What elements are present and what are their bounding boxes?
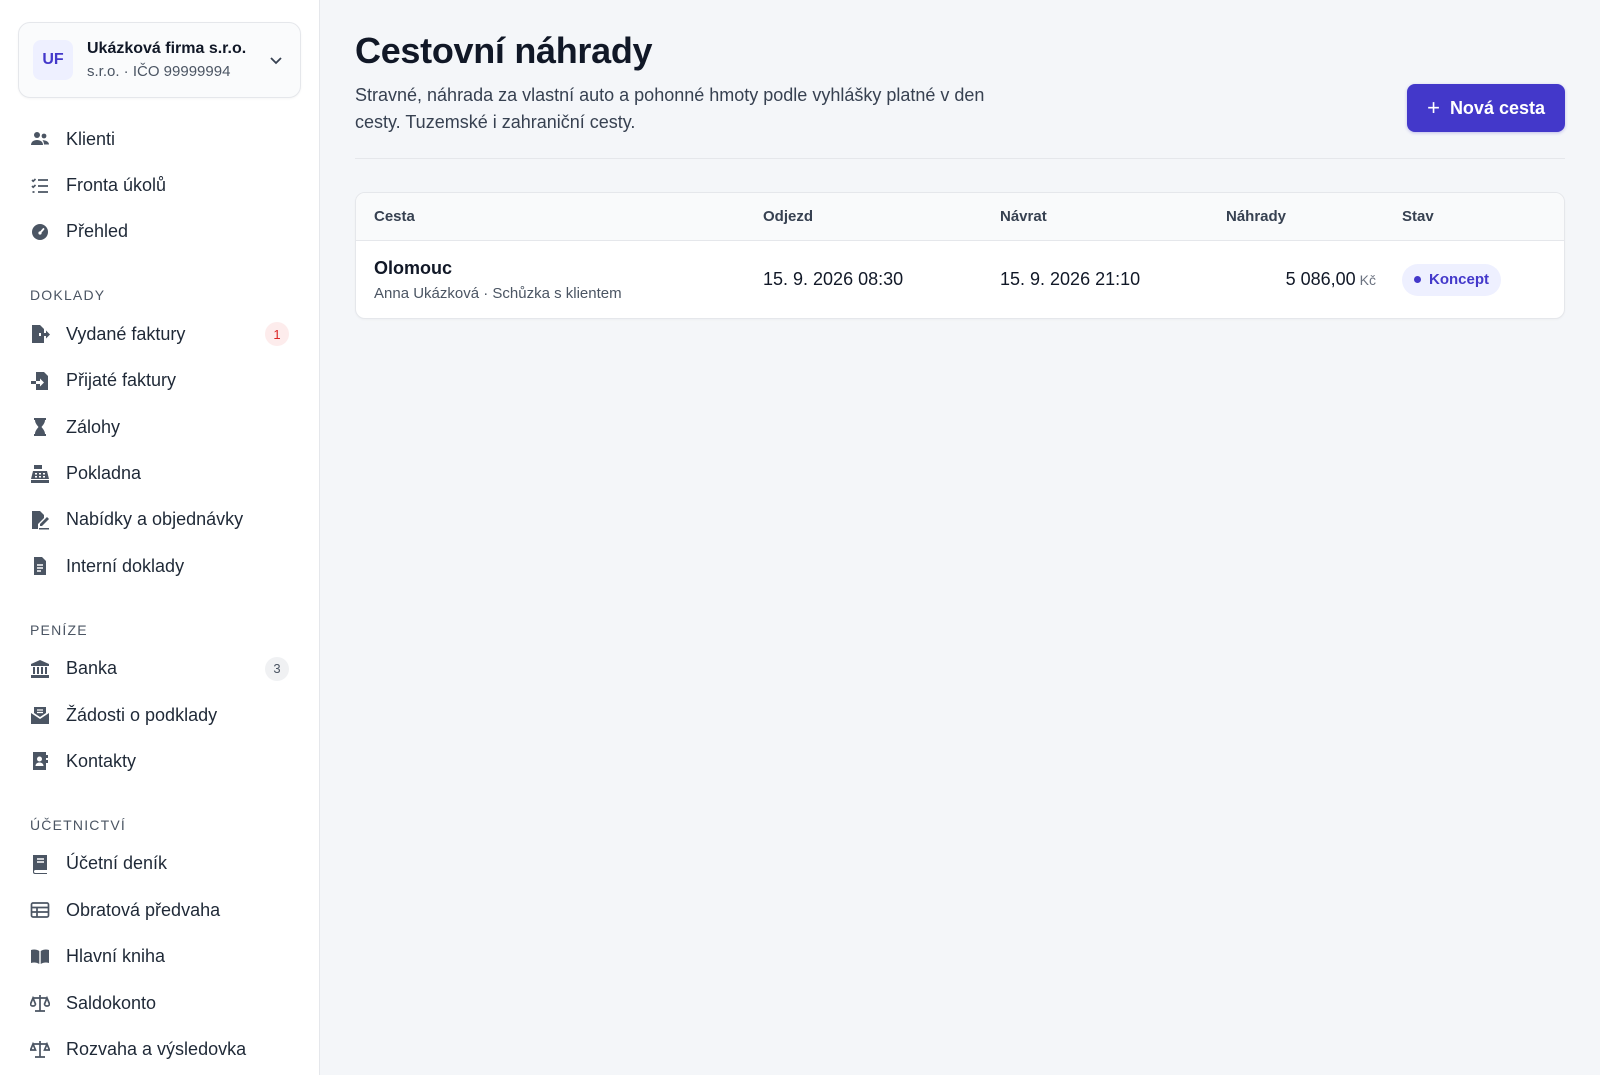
sidebar-item-label: Přijaté faktury	[66, 370, 177, 391]
status-dot-icon	[1414, 276, 1421, 283]
amount-value: 5 086,00	[1285, 269, 1356, 289]
count-badge: 1	[265, 322, 289, 347]
sidebar-item-obratova-predvaha[interactable]: Obratová předvaha	[18, 887, 301, 933]
sidebar-item-label: Obratová předvaha	[66, 899, 221, 920]
file-signature-icon	[32, 510, 49, 530]
column-header-odjezd[interactable]: Odjezd	[763, 208, 1000, 225]
new-trip-button[interactable]: + Nová cesta	[1407, 84, 1565, 132]
scale-icon	[30, 995, 50, 1012]
hourglass-icon	[34, 418, 46, 437]
table-icon	[30, 902, 50, 919]
trip-meta: Anna Ukázková · Schůzka s klientem	[374, 284, 622, 302]
sidebar-item-label: Interní doklady	[66, 555, 185, 576]
sidebar-item-rozvaha[interactable]: Rozvaha a výsledovka	[18, 1026, 301, 1072]
column-header-stav[interactable]: Stav	[1376, 208, 1526, 225]
company-name: Ukázková firma s.r.o.	[87, 40, 247, 57]
task-list-icon	[31, 177, 48, 193]
sidebar-item-banka[interactable]: Banka 3	[18, 646, 301, 692]
sidebar-item-label: Nabídky a objednávky	[66, 509, 244, 530]
sidebar-item-zalohy[interactable]: Zálohy	[18, 404, 301, 450]
table-header: Cesta Odjezd Návrat Náhrady Stav	[356, 193, 1564, 241]
status-label: Koncept	[1429, 271, 1489, 288]
amount-cell: 5 086,00 Kč	[1226, 269, 1376, 290]
sidebar-item-fronta-ukolu[interactable]: Fronta úkolů	[18, 162, 301, 208]
sidebar-item-label: Žádosti o podklady	[66, 704, 218, 725]
sidebar-item-label: Fronta úkolů	[66, 175, 167, 196]
sidebar-item-interni-doklady[interactable]: Interní doklady	[18, 543, 301, 589]
sidebar-item-prehled[interactable]: Přehled	[18, 209, 301, 255]
sidebar-item-label: Kontakty	[66, 750, 137, 771]
column-header-cesta[interactable]: Cesta	[374, 208, 763, 225]
page-header: Cestovní náhrady Stravné, náhrada za vla…	[355, 30, 1565, 159]
sidebar-item-zadosti[interactable]: Žádosti o podklady	[18, 692, 301, 738]
column-header-navrat[interactable]: Návrat	[1000, 208, 1226, 225]
nav-section-ucetnictvi: ÚČETNICTVÍ	[30, 816, 126, 833]
company-avatar: UF	[33, 40, 73, 80]
sidebar-item-ucetni-denik[interactable]: Účetní deník	[18, 841, 301, 887]
company-info: Ukázková firma s.r.o. s.r.o. · IČO 99999…	[87, 40, 266, 80]
column-header-nahrady[interactable]: Náhrady	[1226, 208, 1376, 225]
sidebar-item-pokladna[interactable]: Pokladna	[18, 450, 301, 496]
table-row[interactable]: Olomouc Anna Ukázková · Schůzka s klient…	[356, 241, 1564, 318]
sidebar-item-label: Pokladna	[66, 463, 142, 484]
invoice-in-icon	[31, 371, 48, 390]
nav-section-penize: PENÍZE	[30, 621, 88, 638]
trips-table: Cesta Odjezd Návrat Náhrady Stav Olomouc…	[355, 192, 1565, 319]
sidebar-item-label: Přehled	[66, 221, 129, 242]
document-icon	[34, 557, 46, 576]
main-content: Cestovní náhrady Stravné, náhrada za vla…	[320, 0, 1600, 1075]
bank-icon	[31, 659, 49, 678]
sidebar-item-nabidky[interactable]: Nabídky a objednávky	[18, 497, 301, 543]
sidebar-nav: Klienti Fronta úkolů Přehled DOKLADY Vyd…	[18, 116, 301, 1073]
return-cell: 15. 9. 2026 21:10	[1000, 269, 1141, 289]
count-badge: 3	[265, 656, 289, 681]
sidebar-item-label: Hlavní kniha	[66, 946, 166, 967]
company-subtitle: s.r.o. · IČO 99999994	[87, 63, 231, 80]
sidebar-item-label: Saldokonto	[66, 992, 157, 1013]
page-heading: Cestovní náhrady Stravné, náhrada za vla…	[355, 30, 1035, 136]
gauge-icon	[32, 223, 48, 240]
sidebar: UF Ukázková firma s.r.o. s.r.o. · IČO 99…	[0, 0, 320, 1075]
page-title: Cestovní náhrady	[355, 30, 653, 71]
address-book-icon	[33, 752, 48, 771]
users-icon	[31, 132, 49, 146]
sidebar-item-label: Klienti	[66, 128, 116, 149]
sidebar-item-saldokonto[interactable]: Saldokonto	[18, 980, 301, 1026]
scale-balanced-icon	[30, 1041, 50, 1059]
sidebar-item-hlavni-kniha[interactable]: Hlavní kniha	[18, 933, 301, 979]
page-subtitle: Stravné, náhrada za vlastní auto a pohon…	[355, 85, 985, 132]
departure-cell: 15. 9. 2026 08:30	[763, 269, 904, 289]
chevron-down-icon	[270, 57, 282, 65]
sidebar-item-klienti[interactable]: Klienti	[18, 116, 301, 162]
new-trip-button-label: Nová cesta	[1449, 97, 1545, 118]
sidebar-item-label: Účetní deník	[66, 853, 168, 874]
sidebar-item-label: Rozvaha a výsledovka	[66, 1038, 247, 1059]
sidebar-item-kontakty[interactable]: Kontakty	[18, 738, 301, 784]
book-open-icon	[31, 949, 49, 964]
sidebar-item-vydane-faktury[interactable]: Vydané faktury 1	[18, 311, 301, 357]
company-switcher[interactable]: UF Ukázková firma s.r.o. s.r.o. · IČO 99…	[18, 22, 301, 98]
sidebar-item-label: Zálohy	[66, 416, 121, 437]
trip-cell: Olomouc Anna Ukázková · Schůzka s klient…	[374, 258, 763, 302]
book-icon	[33, 854, 47, 874]
sidebar-item-label: Vydané faktury	[66, 323, 186, 344]
invoice-out-icon	[32, 325, 50, 344]
nav-section-doklady: DOKLADY	[30, 287, 106, 304]
sidebar-item-prijate-faktury[interactable]: Přijaté faktury	[18, 358, 301, 404]
currency-label: Kč	[1359, 272, 1376, 288]
status-cell: Koncept	[1376, 263, 1526, 296]
envelope-open-icon	[31, 707, 49, 725]
trip-name[interactable]: Olomouc	[374, 258, 763, 279]
plus-icon: +	[1427, 95, 1440, 120]
sidebar-item-label: Banka	[66, 658, 118, 679]
cash-register-icon	[31, 464, 49, 483]
status-badge: Koncept	[1402, 263, 1501, 296]
